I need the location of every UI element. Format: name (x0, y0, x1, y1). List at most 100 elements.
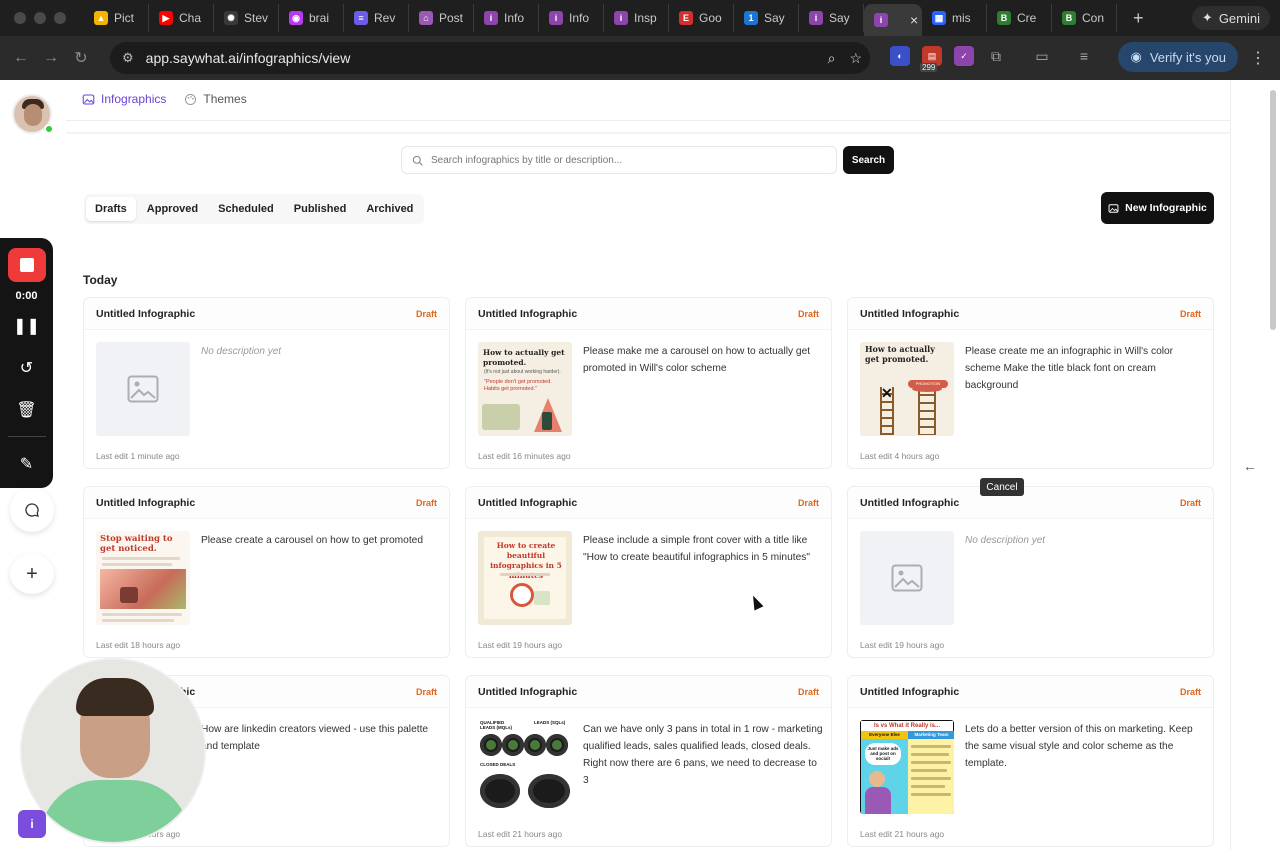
new-infographic-button[interactable]: New Infographic (1101, 192, 1214, 224)
status-tab-scheduled[interactable]: Scheduled (209, 197, 283, 221)
tab-infographics[interactable]: Infographics (82, 92, 166, 106)
back-icon[interactable]: ← (6, 49, 36, 67)
close-window-button[interactable] (14, 12, 26, 24)
stop-recording-button[interactable] (8, 248, 46, 282)
thumbnail-art: How to actually get promoted. (It's not j… (478, 342, 572, 436)
search-input[interactable] (431, 154, 831, 166)
browser-tab[interactable]: i Say (799, 4, 864, 32)
extension-icon[interactable]: ✓ (954, 46, 974, 66)
collapse-arrow-icon[interactable]: ← (1243, 458, 1257, 474)
browser-tab[interactable]: i Insp (604, 4, 669, 32)
tab-themes[interactable]: Themes (184, 92, 247, 106)
bookmark-star-icon[interactable]: ☆ (849, 50, 862, 67)
restart-icon[interactable]: ↺ (0, 358, 53, 378)
infographic-card[interactable]: Untitled Infographic Draft How to create b… (465, 486, 832, 658)
thumb-title: How to actually get promoted. (483, 348, 565, 367)
webcam-bubble[interactable] (20, 658, 206, 844)
card-thumbnail[interactable]: How to create beautiful infographics in … (478, 531, 572, 625)
tab-search-icon[interactable]: ▭ (1032, 46, 1052, 66)
browser-tab[interactable]: ▲ Pict (84, 4, 149, 32)
favicon-icon: ▲ (94, 11, 108, 25)
image-icon (82, 94, 95, 104)
card-thumbnail[interactable]: How to actually get promoted. PROMOTION ✕ (860, 342, 954, 436)
browser-tab[interactable]: 1 Say (734, 4, 799, 32)
infographic-card[interactable]: Untitled Infographic Draft How to actually… (847, 297, 1214, 469)
card-thumbnail[interactable]: Stop waiting to get noticed. (96, 531, 190, 625)
status-tab-drafts[interactable]: Drafts (86, 197, 136, 221)
browser-tab[interactable]: ⌂ Post (409, 4, 474, 32)
status-badge: Draft (1179, 687, 1201, 697)
browser-tab[interactable]: ◉ brai (279, 4, 344, 32)
saywhat-app-icon[interactable]: i (18, 810, 46, 838)
browser-tab[interactable]: ✺ Stev (214, 4, 279, 32)
browser-tab[interactable]: ▦ mis (922, 4, 987, 32)
card-title: Untitled Infographic (860, 497, 960, 509)
card-title: Untitled Infographic (96, 308, 196, 320)
cancel-tooltip[interactable]: Cancel (980, 478, 1024, 496)
browser-tab[interactable]: ≡ Rev (344, 4, 409, 32)
trash-icon[interactable]: 🗑 (0, 400, 53, 420)
comment-button[interactable] (10, 488, 54, 532)
status-tab-approved[interactable]: Approved (138, 197, 207, 221)
media-icon[interactable]: ≡ (1074, 46, 1094, 66)
verify-profile-button[interactable]: ◉ Verify it's you (1118, 42, 1238, 72)
draw-icon[interactable]: ✎ (0, 454, 53, 474)
card-description: Please create me an infographic in Will'… (965, 346, 1174, 391)
infographic-card[interactable]: Untitled Infographic Draft How to actually… (465, 297, 832, 469)
favicon-icon: ✺ (224, 11, 238, 25)
section-title: Today (83, 273, 118, 287)
infographic-card[interactable]: Untitled Infographic Draft No description … (847, 486, 1214, 658)
more-menu-icon[interactable]: ⋮ (1250, 48, 1266, 68)
browser-tab[interactable]: B Cre (987, 4, 1052, 32)
card-thumbnail[interactable]: QUALIFIED LEADS (MQLs) LEADS (SQLs) CLOSED… (478, 720, 572, 814)
favicon-icon: i (484, 11, 498, 25)
browser-tab[interactable]: E Goo (669, 4, 734, 32)
extension-icon[interactable]: ▤ 299 (920, 46, 942, 72)
status-tab-archived[interactable]: Archived (357, 197, 422, 221)
favicon-icon: i (809, 11, 823, 25)
add-button[interactable]: + (10, 554, 54, 594)
search-button[interactable]: Search (843, 146, 894, 174)
favicon-icon: ▦ (932, 11, 946, 25)
card-thumbnail[interactable]: Is vs What it Really is... Everyone Else M… (860, 720, 954, 814)
card-thumbnail[interactable] (860, 531, 954, 625)
browser-tab[interactable]: i × (864, 4, 922, 36)
scrollbar-thumb[interactable] (1270, 90, 1276, 330)
browser-tab-label: Say (829, 11, 850, 25)
new-tab-button[interactable]: + (1133, 8, 1153, 29)
browser-tab[interactable]: B Con (1052, 4, 1117, 32)
reload-icon[interactable]: ↻ (66, 48, 96, 68)
close-tab-icon[interactable]: × (910, 12, 918, 28)
thumbnail-art: QUALIFIED LEADS (MQLs) LEADS (SQLs) CLOSED… (478, 720, 572, 814)
card-title: Untitled Infographic (96, 497, 196, 509)
minimize-window-button[interactable] (34, 12, 46, 24)
infographic-card[interactable]: Untitled Infographic Draft Is vs What it R… (847, 675, 1214, 847)
infographic-card[interactable]: Untitled Infographic Draft Stop waiting to… (83, 486, 450, 658)
gemini-button[interactable]: ✦ Gemini (1191, 6, 1270, 30)
status-badge: Draft (415, 687, 437, 697)
card-description: Lets do a better version of this on mark… (965, 724, 1193, 769)
scrollbar[interactable]: ← (1230, 80, 1280, 850)
browser-tab[interactable]: ▶ Cha (149, 4, 214, 32)
forward-icon[interactable]: → (36, 49, 66, 67)
site-settings-icon[interactable]: ⚙ (122, 50, 134, 66)
puzzle-icon[interactable]: ⧉ (986, 46, 1006, 66)
maximize-window-button[interactable] (54, 12, 66, 24)
infographic-card[interactable]: Untitled Infographic Draft QUALIFIED LEADS… (465, 675, 832, 847)
pause-icon[interactable]: ❚❚ (0, 316, 53, 336)
browser-tab[interactable]: i Info (474, 4, 539, 32)
browser-tab-label: Cha (179, 11, 202, 25)
status-tab-published[interactable]: Published (285, 197, 356, 221)
address-bar[interactable]: ⚙ app.saywhat.ai/infographics/view ⌕ ☆ (110, 42, 870, 74)
extension-icon[interactable]: ◐ (890, 46, 910, 66)
favicon-icon: 1 (744, 11, 758, 25)
browser-tab[interactable]: i Info (539, 4, 604, 32)
card-thumbnail[interactable]: How to actually get promoted. (It's not j… (478, 342, 572, 436)
card-thumbnail[interactable] (96, 342, 190, 436)
thumb-bubble: Just make ads and post on social! (865, 743, 901, 765)
thumb-title: Is vs What it Really is... (861, 721, 953, 731)
image-placeholder-icon (127, 375, 159, 403)
status-badge: Draft (1179, 309, 1201, 319)
zoom-icon[interactable]: ⌕ (828, 50, 836, 67)
infographic-card[interactable]: Untitled Infographic Draft No description … (83, 297, 450, 469)
